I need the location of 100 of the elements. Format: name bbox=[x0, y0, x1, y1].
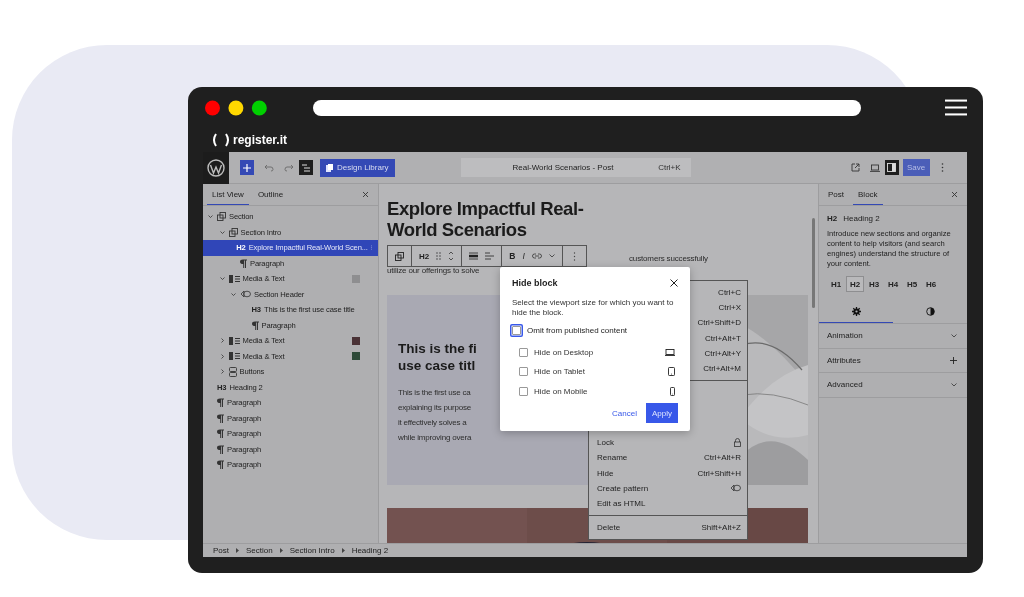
panel-toggle[interactable]: Animation bbox=[819, 324, 967, 349]
heading-level-button[interactable]: H5 bbox=[903, 276, 921, 292]
breadcrumb-link[interactable]: Heading 2 bbox=[351, 546, 389, 555]
tablet-icon bbox=[668, 367, 675, 377]
menu-item[interactable]: Delete Shift+Alt+Z bbox=[589, 520, 747, 536]
caret-icon[interactable] bbox=[219, 369, 225, 375]
design-library-button[interactable]: Design Library bbox=[320, 158, 395, 177]
shortcut-hint: Ctrl+K bbox=[658, 163, 681, 172]
laptop-icon bbox=[665, 348, 675, 356]
menu-item[interactable]: Rename Ctrl+Alt+R bbox=[589, 450, 747, 466]
contrast-icon bbox=[925, 306, 935, 316]
menu-icon[interactable] bbox=[944, 99, 967, 116]
menu-item[interactable]: Create pattern bbox=[589, 480, 747, 496]
media-text-icon bbox=[228, 352, 240, 361]
paragraph-text: utilize our offerings to solve bbox=[387, 265, 480, 277]
block-align-icon[interactable] bbox=[469, 252, 479, 260]
caret-icon[interactable] bbox=[219, 229, 225, 235]
chevron-icon bbox=[341, 548, 345, 553]
menu-item[interactable]: Lock bbox=[589, 435, 747, 451]
panel-tab[interactable]: Outline bbox=[252, 184, 289, 205]
breadcrumb-link[interactable]: Section bbox=[246, 546, 273, 555]
paragraph-icon bbox=[240, 258, 247, 268]
link-icon[interactable] bbox=[531, 253, 542, 259]
buttons-icon bbox=[228, 366, 237, 377]
heading-level-button[interactable]: H4 bbox=[884, 276, 902, 292]
command-bar[interactable]: Real-World Scenarios - Post Ctrl+K bbox=[460, 158, 691, 177]
breadcrumb-link[interactable]: Post bbox=[213, 546, 229, 555]
italic-button[interactable]: I bbox=[522, 251, 525, 261]
transform-icon[interactable] bbox=[395, 251, 404, 261]
dialog-title: Hide block bbox=[512, 278, 558, 288]
caret-icon[interactable] bbox=[231, 291, 236, 297]
card-title: This is the fi bbox=[398, 340, 477, 357]
panel-tab[interactable]: List View bbox=[207, 184, 249, 205]
paragraph-icon bbox=[217, 460, 224, 470]
plus-icon bbox=[950, 356, 957, 364]
panel-toggle[interactable]: Attributes bbox=[819, 348, 967, 373]
close-icon[interactable] bbox=[670, 279, 678, 287]
redo-icon[interactable] bbox=[284, 163, 294, 172]
more-options-icon[interactable] bbox=[940, 163, 944, 172]
media-text-icon bbox=[228, 336, 240, 345]
breadcrumb-link[interactable]: Section Intro bbox=[289, 546, 335, 555]
caret-icon[interactable] bbox=[219, 338, 225, 344]
checkbox[interactable] bbox=[519, 386, 528, 396]
heading-level-button[interactable]: H3 bbox=[865, 276, 883, 292]
menu-item[interactable]: Hide Ctrl+Shift+H bbox=[589, 465, 747, 481]
undo-icon[interactable] bbox=[264, 163, 274, 172]
pattern-icon bbox=[730, 484, 741, 493]
window-controls-icon[interactable] bbox=[205, 98, 269, 117]
list-icon bbox=[302, 163, 310, 172]
checkbox[interactable] bbox=[519, 367, 528, 377]
apply-button[interactable]: Apply bbox=[646, 403, 678, 423]
menu-item[interactable]: Edit as HTML bbox=[589, 495, 747, 512]
block-type-tag: H2 bbox=[827, 214, 838, 223]
caret-icon[interactable] bbox=[548, 254, 555, 258]
drag-handle-icon[interactable] bbox=[436, 252, 442, 260]
move-arrows-icon[interactable] bbox=[448, 250, 455, 262]
address-bar[interactable] bbox=[312, 99, 861, 116]
sidebar-icon bbox=[887, 163, 897, 172]
list-view-button[interactable] bbox=[299, 160, 313, 175]
plus-icon bbox=[243, 163, 251, 172]
media-text-icon bbox=[228, 274, 240, 283]
paragraph-icon bbox=[217, 444, 224, 454]
card-text: it effectively solves a bbox=[398, 417, 467, 429]
text-align-icon[interactable] bbox=[485, 252, 495, 260]
dialog-description: Select the viewport size for which you want to hide the block. bbox=[512, 298, 675, 318]
heading-level-button[interactable]: H1 bbox=[827, 276, 845, 292]
block-name: Heading 2 bbox=[843, 214, 880, 223]
pages-icon bbox=[326, 163, 333, 172]
more-options-icon[interactable] bbox=[572, 251, 576, 261]
sidebar-tab[interactable]: Post bbox=[823, 184, 849, 205]
checkbox-label: Hide on Tablet bbox=[534, 367, 585, 377]
scrollbar[interactable] bbox=[812, 218, 815, 308]
caret-icon[interactable] bbox=[219, 276, 225, 282]
card-text: explaining its purpose bbox=[398, 402, 471, 414]
panel-toggle[interactable]: Advanced bbox=[819, 373, 967, 398]
paragraph-icon bbox=[251, 320, 259, 330]
paragraph-icon bbox=[217, 398, 224, 408]
heading-level-button[interactable]: H6 bbox=[922, 276, 940, 292]
sidebar-tab[interactable]: Block bbox=[853, 184, 883, 205]
chevron-icon bbox=[279, 548, 283, 553]
paragraph-icon bbox=[217, 413, 224, 423]
settings-toggle-button[interactable] bbox=[884, 160, 899, 175]
checkbox[interactable] bbox=[519, 347, 528, 357]
external-link-icon[interactable] bbox=[850, 163, 860, 172]
checkbox-label: Hide on Desktop bbox=[534, 347, 594, 357]
desktop-preview-icon[interactable] bbox=[869, 163, 880, 172]
lock-icon bbox=[734, 438, 741, 448]
heading-level-button[interactable]: H2 bbox=[419, 251, 430, 261]
caret-icon[interactable] bbox=[219, 353, 225, 359]
parentheses-icon bbox=[211, 133, 231, 147]
chevron-icon bbox=[951, 382, 957, 387]
chevron-icon bbox=[951, 333, 957, 338]
card-title: use case titl bbox=[398, 357, 476, 374]
checkbox-label: Omit from published content bbox=[527, 326, 628, 336]
heading-level-button[interactable]: H2 bbox=[846, 276, 864, 292]
add-block-button[interactable] bbox=[240, 160, 254, 175]
post-title[interactable]: Explore Impactful Real-World Scenarios bbox=[387, 198, 612, 240]
cancel-button[interactable]: Cancel bbox=[612, 408, 637, 418]
caret-icon[interactable] bbox=[208, 214, 213, 220]
bold-button[interactable]: B bbox=[509, 251, 516, 261]
